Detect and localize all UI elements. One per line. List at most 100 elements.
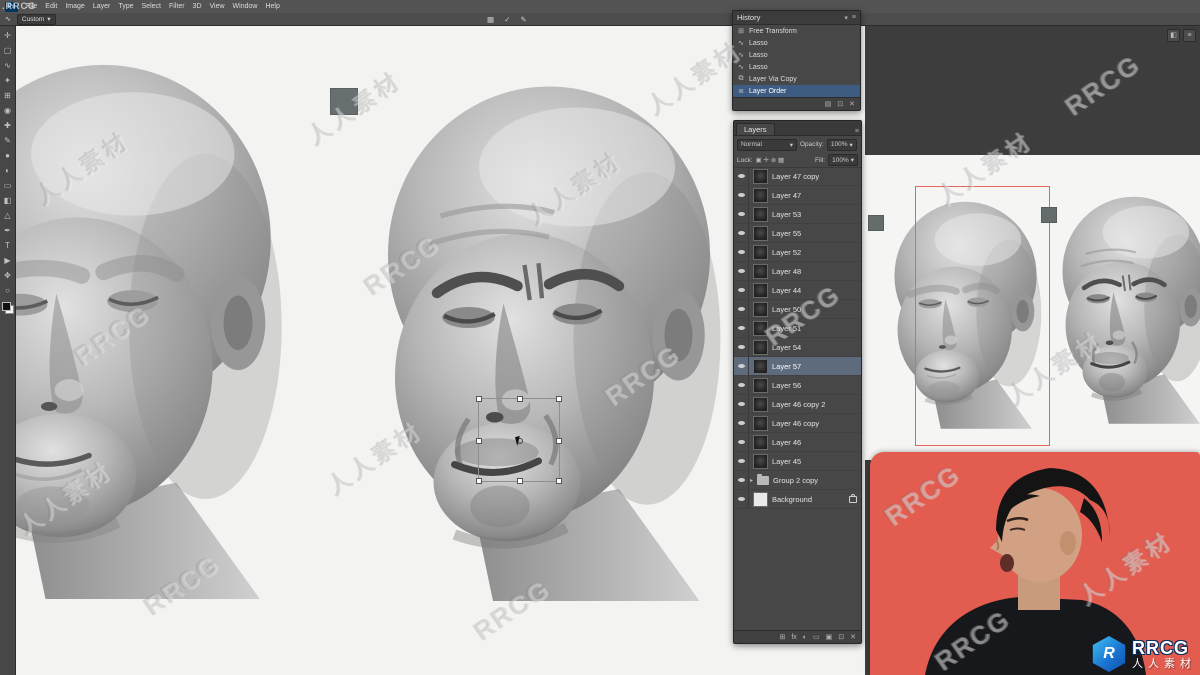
foreground-color-swatch[interactable] xyxy=(1,302,11,311)
panel-menu-icon[interactable]: ≡ xyxy=(855,128,859,135)
transform-handle[interactable] xyxy=(556,478,562,484)
tool-healing[interactable]: ✚ xyxy=(1,119,14,132)
menu-3d[interactable]: 3D xyxy=(193,3,202,10)
tool-zoom[interactable]: ○ xyxy=(1,284,14,297)
tool-magic-wand[interactable]: ✦ xyxy=(1,74,14,87)
new-snapshot-icon[interactable]: ⊡ xyxy=(837,100,843,108)
layer-mask-icon[interactable]: ▭ xyxy=(813,633,820,641)
blend-mode-dropdown[interactable]: Normal ▾ xyxy=(737,138,797,151)
visibility-toggle[interactable] xyxy=(734,490,749,508)
menu-layer[interactable]: Layer xyxy=(93,3,111,10)
tool-eyedropper[interactable]: ◉ xyxy=(1,104,14,117)
transform-handle[interactable] xyxy=(476,396,482,402)
tool-path-select[interactable]: ▶ xyxy=(1,254,14,267)
tool-lasso[interactable]: ∿ xyxy=(1,59,14,72)
transform-handle[interactable] xyxy=(476,438,482,444)
layer-row-selected[interactable]: Layer 57 xyxy=(734,357,861,376)
layer-thumbnail[interactable] xyxy=(753,453,768,469)
layer-thumbnail[interactable] xyxy=(753,434,768,450)
background-layer-row[interactable]: Background xyxy=(734,490,861,509)
layer-row[interactable]: Layer 46 copy 2 xyxy=(734,395,861,414)
layer-thumbnail[interactable] xyxy=(753,377,768,393)
transform-handle[interactable] xyxy=(517,396,523,402)
layer-thumbnail[interactable] xyxy=(753,358,768,374)
visibility-toggle[interactable] xyxy=(734,319,749,337)
layer-thumbnail[interactable] xyxy=(753,206,768,222)
tab-layers[interactable]: Layers xyxy=(736,123,775,135)
history-state-selected[interactable]: ≣ Layer Order xyxy=(733,85,860,97)
layer-row[interactable]: Layer 45 xyxy=(734,452,861,471)
history-panel-header[interactable]: History ▾ ≡ xyxy=(733,11,860,25)
visibility-toggle[interactable] xyxy=(734,395,749,413)
menu-image[interactable]: Image xyxy=(65,3,84,10)
layer-row[interactable]: Layer 46 copy xyxy=(734,414,861,433)
brush-icon[interactable]: ✎ xyxy=(520,15,526,24)
layer-thumbnail[interactable] xyxy=(753,263,768,279)
fill-field[interactable]: 100% ▾ xyxy=(828,154,858,166)
tool-move[interactable]: ✛ xyxy=(1,29,14,42)
layer-thumbnail[interactable] xyxy=(753,168,768,184)
layer-row[interactable]: Layer 56 xyxy=(734,376,861,395)
tool-eraser[interactable]: ▭ xyxy=(1,179,14,192)
layer-thumbnail[interactable] xyxy=(753,320,768,336)
layer-row[interactable]: Layer 53 xyxy=(734,205,861,224)
menu-edit[interactable]: Edit xyxy=(45,3,57,10)
layer-thumbnail[interactable] xyxy=(753,396,768,412)
visibility-toggle[interactable] xyxy=(734,357,749,375)
history-state[interactable]: ∿ Lasso xyxy=(733,61,860,73)
layer-thumbnail[interactable] xyxy=(753,187,768,203)
tool-crop[interactable]: ⊞ xyxy=(1,89,14,102)
tool-brush[interactable]: ✎ xyxy=(1,134,14,147)
menu-file[interactable]: File xyxy=(26,3,37,10)
visibility-toggle[interactable] xyxy=(734,376,749,394)
tool-gradient[interactable]: ◧ xyxy=(1,194,14,207)
transform-handle[interactable] xyxy=(476,478,482,484)
layer-row[interactable]: Layer 47 copy xyxy=(734,167,861,186)
layer-thumbnail[interactable] xyxy=(753,225,768,241)
adjustment-layer-icon[interactable]: ◐ xyxy=(803,634,807,641)
check-icon[interactable]: ✓ xyxy=(504,15,510,24)
layer-style-icon[interactable]: fx xyxy=(791,634,796,641)
menu-select[interactable]: Select xyxy=(142,3,161,10)
layer-thumbnail[interactable] xyxy=(753,339,768,355)
visibility-toggle[interactable] xyxy=(734,414,749,432)
visibility-toggle[interactable] xyxy=(734,338,749,356)
layer-row[interactable]: Layer 55 xyxy=(734,224,861,243)
expand-arrow-icon[interactable]: ▸ xyxy=(750,477,753,484)
history-state[interactable]: ⊞ Free Transform xyxy=(733,25,860,37)
panel-menu-icon[interactable]: ≡ xyxy=(852,14,856,21)
visibility-toggle[interactable] xyxy=(734,224,749,242)
new-group-icon[interactable]: ▣ xyxy=(826,633,833,641)
history-state[interactable]: ∿ Lasso xyxy=(733,49,860,61)
layer-row[interactable]: Layer 51 xyxy=(734,319,861,338)
transform-handle[interactable] xyxy=(556,438,562,444)
lock-icons[interactable]: ▣ ✛ ⊕ ▦ xyxy=(756,156,785,164)
menu-filter[interactable]: Filter xyxy=(169,3,185,10)
menu-type[interactable]: Type xyxy=(118,3,133,10)
layer-thumbnail[interactable] xyxy=(753,244,768,260)
transform-handle[interactable] xyxy=(556,396,562,402)
new-document-from-state-icon[interactable]: ▤ xyxy=(825,100,832,108)
visibility-toggle[interactable] xyxy=(734,300,749,318)
group-row[interactable]: ▸ Group 2 copy xyxy=(734,471,861,490)
visibility-toggle[interactable] xyxy=(734,452,749,470)
tool-marquee[interactable]: ▢ xyxy=(1,44,14,57)
panel-menu-icon[interactable]: ≡ xyxy=(1183,29,1196,42)
history-state[interactable]: ∿ Lasso xyxy=(733,37,860,49)
layer-thumbnail[interactable] xyxy=(753,282,768,298)
panel-collapse-icon[interactable]: ▾ xyxy=(844,14,848,22)
color-swatches[interactable] xyxy=(1,302,14,314)
tool-clone-stamp[interactable]: ● xyxy=(1,149,14,162)
collapse-panel-icon[interactable]: ◧ xyxy=(1167,29,1180,42)
layer-thumbnail[interactable] xyxy=(753,415,768,431)
link-layers-icon[interactable]: ⊞ xyxy=(779,633,785,641)
visibility-toggle[interactable] xyxy=(734,186,749,204)
menu-help[interactable]: Help xyxy=(265,3,279,10)
layer-row[interactable]: Layer 44 xyxy=(734,281,861,300)
grid-icon[interactable]: ▦ xyxy=(487,15,494,24)
layer-row[interactable]: Layer 50 xyxy=(734,300,861,319)
visibility-toggle[interactable] xyxy=(734,471,749,489)
visibility-toggle[interactable] xyxy=(734,262,749,280)
visibility-toggle[interactable] xyxy=(734,433,749,451)
new-layer-icon[interactable]: ⊡ xyxy=(838,633,844,641)
